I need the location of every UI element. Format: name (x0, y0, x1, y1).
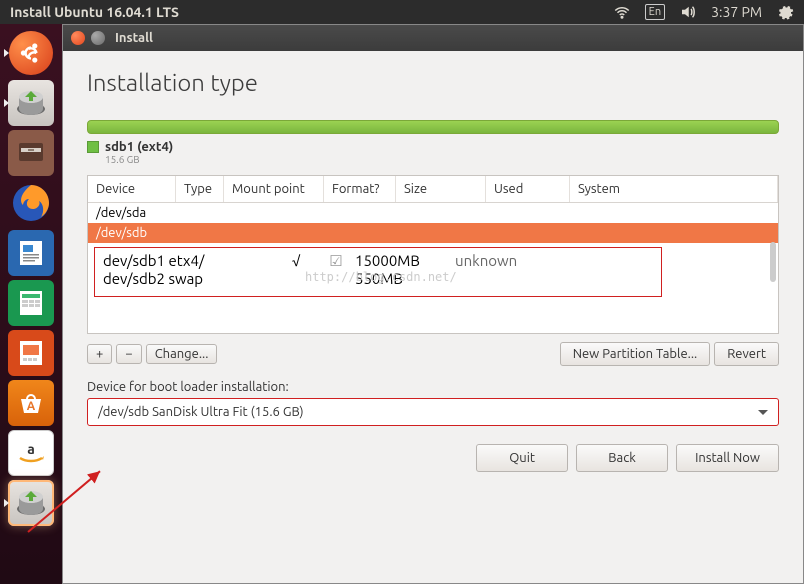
unity-launcher: A a (0, 24, 62, 584)
launcher-impress[interactable] (8, 330, 54, 376)
checkbox-icon: ☑ (317, 252, 355, 270)
change-partition-button[interactable]: Change... (146, 344, 218, 364)
scrollbar[interactable] (770, 242, 776, 282)
th-system[interactable]: System (570, 176, 778, 202)
system-indicators: En 3:37 PM (613, 3, 794, 21)
th-size[interactable]: Size (396, 176, 486, 202)
launcher-ubuntu[interactable] (8, 30, 54, 76)
partition-size: 15.6 GB (105, 154, 779, 165)
table-row-selected[interactable]: /dev/sdb (88, 223, 778, 243)
ov1-used: unknown (455, 252, 517, 270)
partition-legend: sdb1 (ext4) (87, 140, 779, 154)
install-now-button[interactable]: Install Now (676, 444, 779, 472)
add-partition-button[interactable]: + (87, 344, 112, 364)
table-body: /dev/sda /dev/sdb dev/sdb1 etx4/ √ ☑ 150… (88, 203, 778, 333)
launcher-files[interactable] (8, 130, 54, 176)
launcher-writer[interactable] (8, 230, 54, 276)
quit-button[interactable]: Quit (476, 444, 568, 472)
partition-name: sdb1 (ext4) (105, 140, 173, 154)
gear-icon[interactable] (776, 3, 794, 21)
launcher-installer-running[interactable] (8, 480, 54, 526)
ov1-format: √ (275, 252, 317, 270)
bootloader-label: Device for boot loader installation: (87, 380, 779, 394)
partition-table: Device Type Mount point Format? Size Use… (87, 175, 779, 334)
chevron-down-icon (758, 405, 768, 419)
system-top-bar: Install Ubuntu 16.04.1 LTS En 3:37 PM (0, 0, 804, 24)
svg-text:a: a (27, 441, 35, 457)
svg-text:A: A (27, 400, 36, 413)
cell-device: /dev/sda (96, 206, 146, 220)
table-row[interactable]: /dev/sda (88, 203, 778, 223)
launcher-installer[interactable] (8, 80, 54, 126)
page-heading: Installation type (87, 69, 779, 96)
back-button[interactable]: Back (576, 444, 668, 472)
footer-buttons: Quit Back Install Now (87, 444, 779, 472)
language-indicator[interactable]: En (645, 4, 665, 20)
annotation-overlay: dev/sdb1 etx4/ √ ☑ 15000MB unknown dev/s… (94, 247, 662, 297)
cell-device: /dev/sdb (96, 226, 147, 240)
sound-icon[interactable] (679, 3, 697, 21)
bootloader-select[interactable]: /dev/sdb SanDisk Ultra Fit (15.6 GB) (87, 398, 779, 426)
launcher-calc[interactable] (8, 280, 54, 326)
table-toolbar: + − Change... New Partition Table... Rev… (87, 342, 779, 366)
partition-swatch (87, 141, 99, 153)
clock[interactable]: 3:37 PM (711, 4, 762, 20)
window-close-button[interactable] (71, 31, 85, 45)
revert-button[interactable]: Revert (714, 342, 779, 366)
install-window: Install Installation type sdb1 (ext4) 15… (62, 24, 804, 584)
window-title: Install (115, 31, 153, 45)
app-title: Install Ubuntu 16.04.1 LTS (10, 4, 179, 20)
launcher-firefox[interactable] (8, 180, 54, 226)
new-partition-table-button[interactable]: New Partition Table... (560, 342, 711, 366)
remove-partition-button[interactable]: − (116, 344, 141, 364)
bootloader-value: /dev/sdb SanDisk Ultra Fit (15.6 GB) (98, 405, 304, 419)
ov1-device: dev/sdb1 etx4/ (103, 252, 275, 270)
th-type[interactable]: Type (176, 176, 224, 202)
th-used[interactable]: Used (486, 176, 570, 202)
watermark-text: http://blog.csdn.net/ (305, 270, 457, 284)
window-titlebar: Install (63, 25, 803, 51)
network-icon[interactable] (613, 3, 631, 21)
th-device[interactable]: Device (88, 176, 176, 202)
th-format[interactable]: Format? (324, 176, 396, 202)
table-header: Device Type Mount point Format? Size Use… (88, 176, 778, 203)
ov2-device: dev/sdb2 swap (103, 270, 275, 287)
th-mount[interactable]: Mount point (224, 176, 324, 202)
window-minimize-button[interactable] (91, 31, 105, 45)
partition-usage-bar (87, 120, 779, 134)
ov1-size: 15000MB (355, 252, 455, 270)
launcher-amazon[interactable]: a (8, 430, 54, 476)
launcher-software[interactable]: A (8, 380, 54, 426)
